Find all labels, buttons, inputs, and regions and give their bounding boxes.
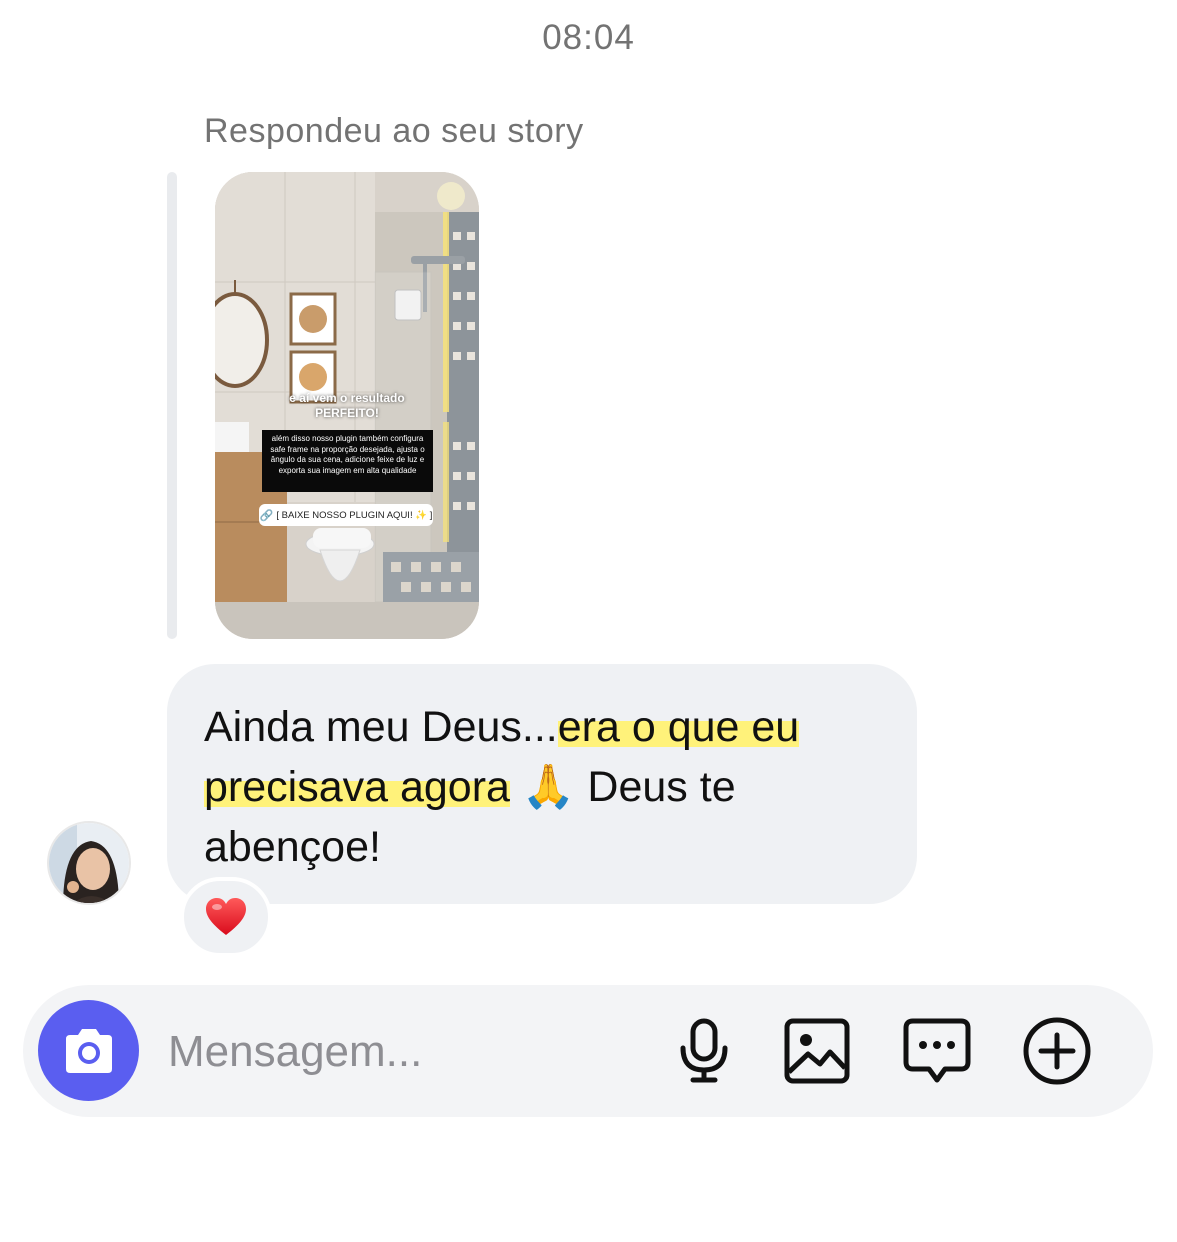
link-icon: 🔗	[259, 509, 274, 522]
message-input[interactable]	[168, 1022, 648, 1082]
avatar[interactable]	[47, 821, 131, 905]
story-link-text: [ BAIXE NOSSO PLUGIN AQUI! ✨ ]	[276, 509, 433, 521]
microphone-button[interactable]	[668, 1015, 740, 1087]
message-text-start: Ainda meu Deus...	[204, 703, 558, 751]
story-preview[interactable]: e aí vem o resultado PERFEITO! além diss…	[215, 172, 479, 639]
camera-icon	[65, 1028, 112, 1073]
story-caption-title: e aí vem o resultado PERFEITO!	[289, 391, 405, 420]
plus-icon	[1023, 1017, 1091, 1085]
message-timestamp: 08:04	[542, 18, 635, 57]
plus-button[interactable]	[1021, 1015, 1093, 1087]
gallery-button[interactable]	[781, 1015, 853, 1087]
camera-button[interactable]	[38, 1000, 139, 1101]
chat-button[interactable]	[901, 1015, 973, 1087]
story-reply-label: Respondeu ao seu story	[204, 112, 584, 150]
avatar-photo	[49, 823, 129, 903]
story-link-sticker[interactable]: 🔗 [ BAIXE NOSSO PLUGIN AQUI! ✨ ]	[259, 504, 433, 526]
message-bubble[interactable]: Ainda meu Deus...era o que eu precisava …	[167, 664, 917, 904]
gallery-icon	[784, 1018, 850, 1084]
story-caption-body: além disso nosso plugin também configura…	[262, 430, 433, 492]
chat-icon	[903, 1018, 971, 1083]
heart-icon	[206, 898, 246, 935]
reply-indicator-bar	[167, 172, 177, 639]
reaction-badge[interactable]	[180, 877, 272, 957]
praying-hands-emoji: 🙏	[521, 762, 576, 812]
message-composer	[23, 985, 1153, 1117]
microphone-icon	[680, 1018, 728, 1083]
